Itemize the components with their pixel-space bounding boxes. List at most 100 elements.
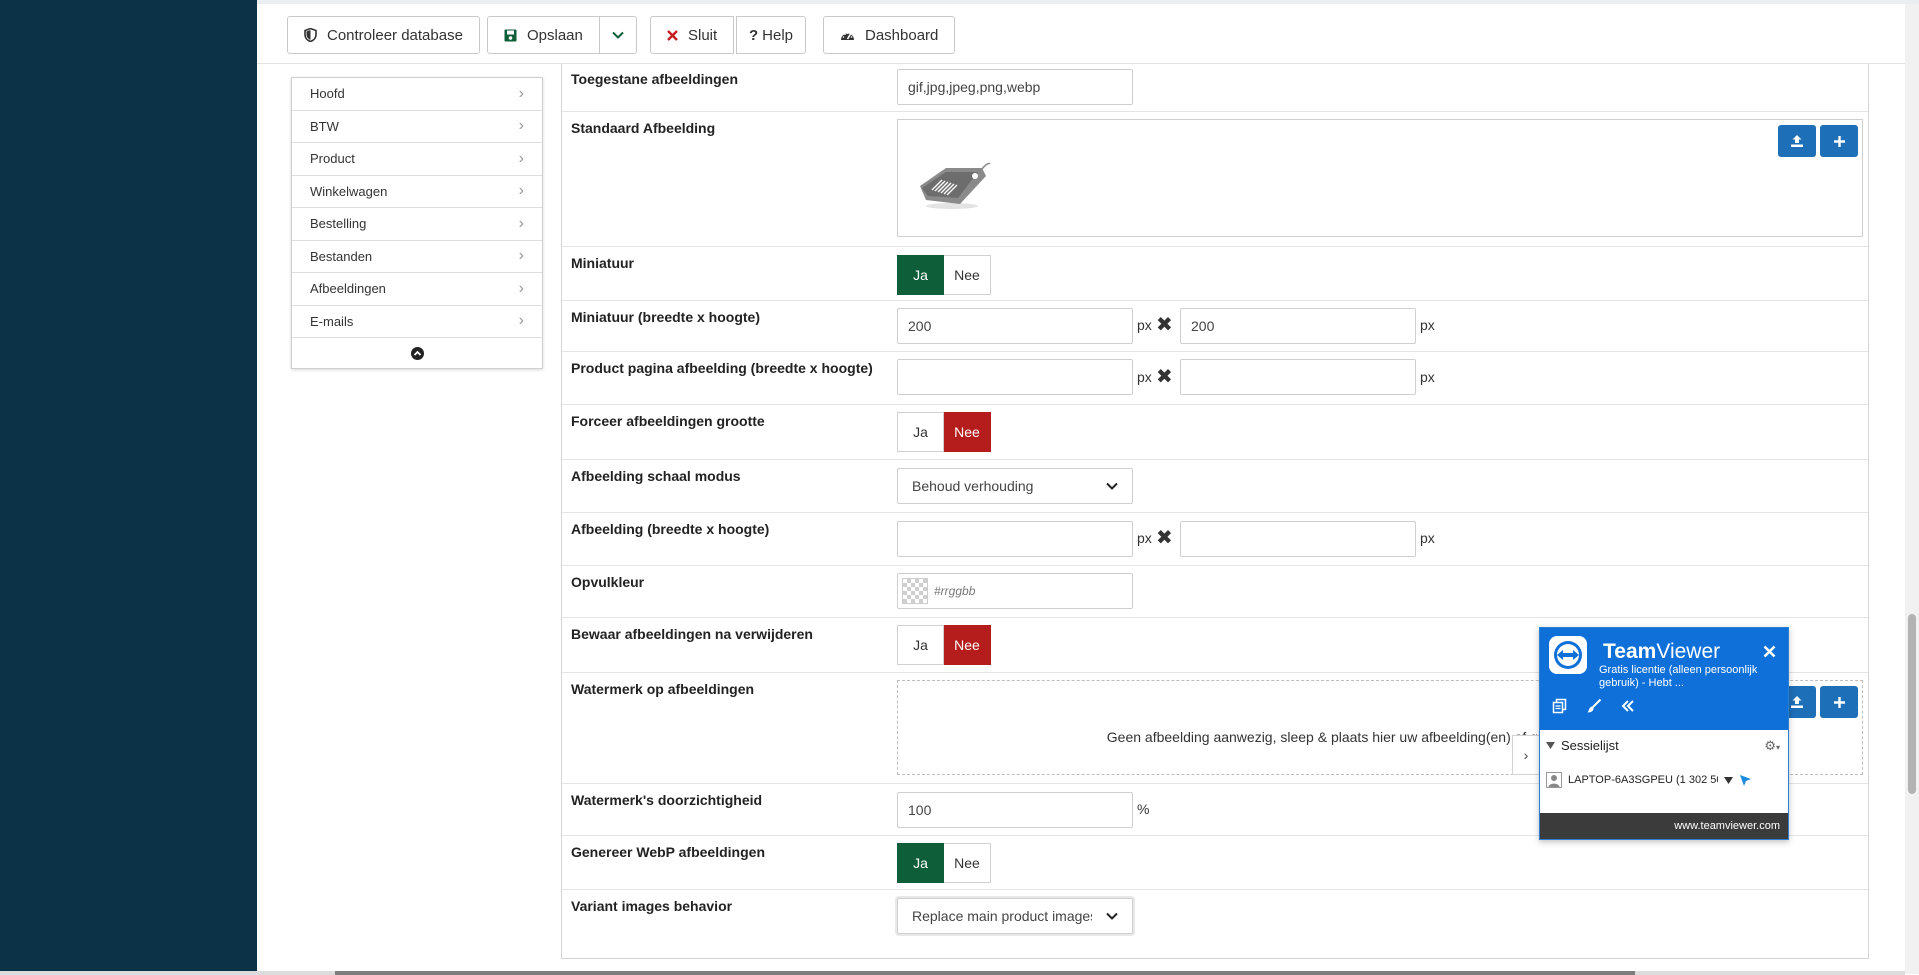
row-image-size: Afbeelding (breedte x hoogte) px ✖ px [562,513,1868,566]
scale-mode-select[interactable]: Behoud verhouding [897,468,1133,504]
thumbnail-height-unit: px [1420,317,1435,333]
copy-icon[interactable] [1552,698,1568,714]
variant-behavior-select[interactable]: Replace main product images [897,898,1133,934]
fill-color-input[interactable]: #rrggbb [897,573,1133,609]
thumbnail-height-input[interactable]: 200 [1180,308,1416,344]
product-page-height-input[interactable] [1180,359,1416,395]
force-size-no-option[interactable]: Nee [944,412,991,452]
thumbnail-width-input[interactable]: 200 [897,308,1133,344]
chevron-right-icon: › [518,117,524,135]
teamviewer-tools [1552,698,1636,714]
floppy-disk-icon [504,29,517,41]
sidenav-collapse-button[interactable] [292,338,542,369]
image-width-input[interactable] [897,521,1133,557]
row-product-page-size: Product pagina afbeelding (breedte x hoo… [562,352,1868,405]
vertical-scrollbar-thumb[interactable] [1908,614,1916,794]
sidenav-item-emails[interactable]: E-mails › [292,306,542,338]
product-page-width-input[interactable] [897,359,1133,395]
caret-down-icon: ▾ [1775,743,1780,752]
image-width-unit: px [1137,530,1152,546]
keep-images-toggle: Ja Nee [897,625,991,665]
save-label: Opslaan [527,26,583,44]
sidenav-item-product[interactable]: Product › [292,143,542,176]
webp-toggle: Ja Nee [897,843,991,883]
allowed-images-value: gif,jpg,jpeg,png,webp [908,79,1041,95]
thumbnail-height-value: 200 [1191,318,1215,334]
horizontal-scrollbar[interactable] [0,971,1905,975]
sidenav-item-label: Winkelwagen [310,183,388,199]
triangle-down-icon[interactable] [1724,776,1733,784]
horizontal-scrollbar-thumb[interactable] [335,971,1635,975]
teamviewer-panel: TeamViewer Gratis licentie (alleen perso… [1539,627,1789,840]
sidenav-item-label: E-mails [310,313,354,329]
chevron-right-icon: › [518,312,524,330]
row-webp: Genereer WebP afbeeldingen Ja Nee [562,836,1868,890]
webp-no-option[interactable]: Nee [944,843,991,883]
teamviewer-expand-tab[interactable]: › [1512,735,1539,775]
product-page-size-label: Product pagina afbeelding (breedte x hoo… [571,360,873,376]
chevron-right-icon: › [518,84,524,102]
chevron-right-icon: › [518,149,524,167]
sidenav-item-bestanden[interactable]: Bestanden › [292,241,542,273]
force-size-yes-option[interactable]: Ja [897,412,944,452]
image-size-label: Afbeelding (breedte x hoogte) [571,521,770,537]
transparent-swatch-icon [902,578,928,604]
force-size-label: Forceer afbeeldingen grootte [571,413,765,429]
plus-icon [1833,696,1845,708]
speedometer-icon [841,32,854,40]
watermark-opacity-label: Watermerk's doorzichtigheid [571,792,763,808]
image-height-input[interactable] [1180,521,1416,557]
thumbnail-yes-option[interactable]: Ja [897,255,944,295]
add-watermark-button[interactable] [1820,686,1858,718]
add-default-image-button[interactable] [1820,125,1858,157]
keep-images-no-option[interactable]: Nee [944,625,991,665]
teamviewer-settings-button[interactable]: ⚙▾ [1764,738,1780,754]
keep-images-yes-option[interactable]: Ja [897,625,944,665]
thumbnail-size-label: Miniatuur (breedte x hoogte) [571,309,760,325]
sidenav-item-afbeeldingen[interactable]: Afbeeldingen › [292,273,542,306]
brush-icon[interactable] [1586,698,1602,714]
watermark-opacity-unit: % [1137,801,1150,817]
upload-default-image-button[interactable] [1778,125,1816,157]
teamviewer-device-row[interactable]: LAPTOP-6A3SGPEU (1 302 500 [1546,772,1782,788]
check-database-label: Controleer database [327,26,463,44]
check-database-button[interactable]: Controleer database [287,16,480,54]
settings-sidenav: Hoofd › BTW › Product › Winkelwagen › Be… [291,77,543,369]
teamviewer-close-button[interactable] [1763,641,1776,664]
chevron-down-icon [612,31,624,39]
help-button[interactable]: ? Help [736,16,807,54]
teamviewer-session-list-header[interactable]: Sessielijst [1546,738,1619,753]
allowed-images-input[interactable]: gif,jpg,jpeg,png,webp [897,69,1133,105]
default-image-dropzone[interactable] [897,119,1863,237]
row-thumbnail-size: Miniatuur (breedte x hoogte) 200 px ✖ 20… [562,301,1868,352]
thumbnail-no-option[interactable]: Nee [944,255,991,295]
watermark-label: Watermerk op afbeeldingen [571,681,755,697]
save-options-dropdown[interactable] [599,16,637,54]
sidenav-item-bestelling[interactable]: Bestelling › [292,208,542,241]
sidenav-item-label: Hoofd [310,86,345,102]
sidenav-item-btw[interactable]: BTW › [292,111,542,143]
watermark-opacity-input[interactable]: 100 [897,792,1133,828]
row-fill-color: Opvulkleur #rrggbb [562,566,1868,618]
vertical-scrollbar[interactable] [1905,4,1919,974]
scale-mode-value: Behoud verhouding [912,478,1034,494]
sidenav-item-winkelwagen[interactable]: Winkelwagen › [292,176,542,208]
sidenav-item-hoofd[interactable]: Hoofd › [292,78,542,111]
cursor-icon[interactable] [1739,774,1752,787]
save-split-button: Opslaan [487,16,637,54]
webp-yes-option[interactable]: Ja [897,843,944,883]
row-variant-behavior: Variant images behavior Replace main pro… [562,890,1868,959]
dashboard-button[interactable]: Dashboard [823,16,956,54]
shield-icon [304,28,317,42]
force-size-toggle: Ja Nee [897,412,991,452]
save-button[interactable]: Opslaan [487,16,600,54]
thumbnail-width-value: 200 [908,318,932,334]
close-button[interactable]: Sluit [650,16,735,54]
upload-icon [1791,696,1803,708]
chevron-right-icon: › [518,182,524,200]
allowed-images-label: Toegestane afbeeldingen [571,71,738,87]
teamviewer-footer-link[interactable]: www.teamviewer.com [1674,820,1780,832]
chevron-right-icon: › [518,214,524,232]
double-chevron-left-icon[interactable] [1620,698,1636,714]
close-icon [667,29,678,41]
